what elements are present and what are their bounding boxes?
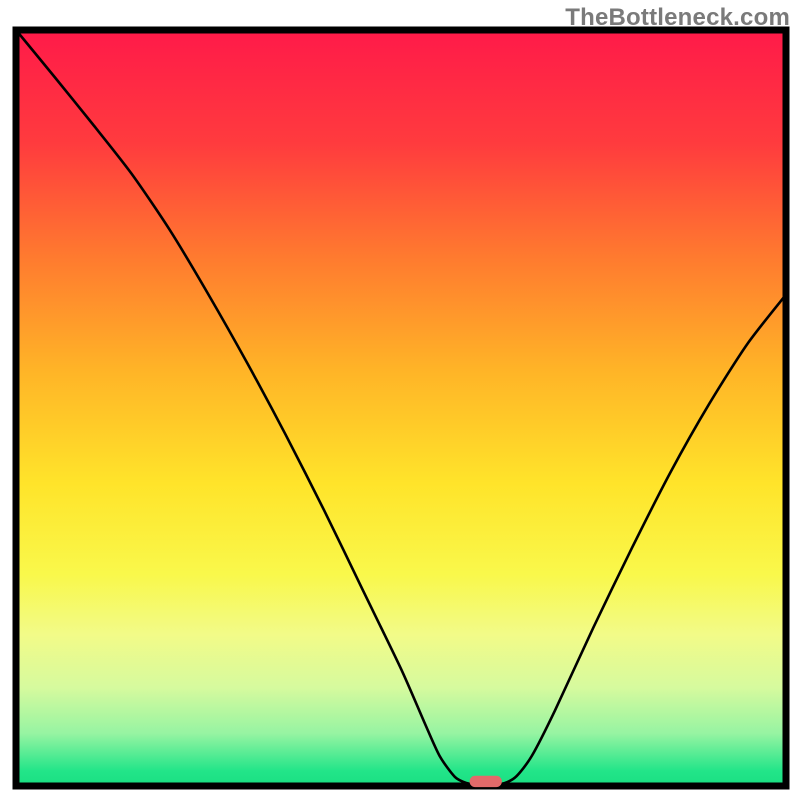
optimal-marker	[470, 776, 502, 787]
chart-frame: TheBottleneck.com	[0, 0, 800, 800]
chart-gradient-background	[16, 30, 786, 786]
bottleneck-chart	[0, 0, 800, 800]
